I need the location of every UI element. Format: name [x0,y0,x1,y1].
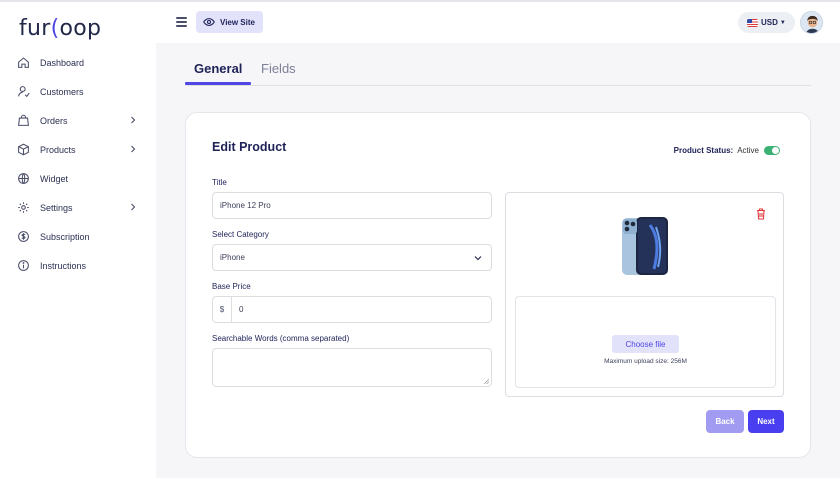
sidebar: fur(oop Dashboard Customers Orders Produ… [0,2,156,478]
tab-fields[interactable]: Fields [261,61,296,76]
shopping-bag-icon [18,114,29,126]
us-flag-icon [747,18,758,27]
page-title: Edit Product [212,140,287,154]
view-site-button[interactable]: View Site [196,11,263,33]
price-input[interactable]: $ 0 [212,296,492,323]
tab-general[interactable]: General [194,61,242,76]
globe-icon [18,173,29,184]
chevron-down-icon [474,256,482,261]
gear-icon [18,202,29,213]
category-select[interactable]: iPhone [212,244,492,271]
back-button[interactable]: Back [706,410,744,433]
category-label: Select Category [212,230,269,239]
sidebar-item-widget[interactable]: Widget [0,164,156,193]
currency-select[interactable]: USD ▼ [738,12,795,33]
title-label: Title [212,178,227,187]
currency-prefix: $ [213,297,232,322]
choose-file-button[interactable]: Choose file [612,335,679,353]
eye-icon [203,18,215,26]
main-content: View Site USD ▼ General Fields Edit Prod… [156,2,840,478]
home-icon [18,57,29,68]
upload-dropzone[interactable]: Choose file Maximum upload size: 256M [515,296,776,388]
resize-handle-icon[interactable] [484,379,489,384]
status-toggle[interactable] [764,146,780,155]
active-tab-indicator [185,82,251,85]
sidebar-item-instructions[interactable]: Instructions [0,251,156,280]
avatar-image [801,12,822,33]
price-label: Base Price [212,282,251,291]
top-bar: View Site USD ▼ [156,2,840,43]
sidebar-item-settings[interactable]: Settings [0,193,156,222]
sidebar-item-orders[interactable]: Orders [0,106,156,135]
info-icon [18,260,29,271]
sidebar-item-subscription[interactable]: Subscription [0,222,156,251]
keywords-textarea[interactable] [212,348,492,387]
upload-hint: Maximum upload size: 256M [604,358,687,365]
next-button[interactable]: Next [748,410,784,433]
tab-bar: General Fields [185,59,811,86]
caret-down-icon: ▼ [779,19,786,26]
chevron-right-icon [131,203,136,211]
chevron-right-icon [131,145,136,153]
menu-toggle-icon[interactable] [176,17,187,27]
logo[interactable]: fur(oop [19,16,101,41]
user-icon [18,86,30,98]
sidebar-item-customers[interactable]: Customers [0,77,156,106]
product-image [622,217,668,275]
sidebar-item-products[interactable]: Products [0,135,156,164]
box-icon [18,143,29,156]
edit-product-card: Edit Product Product Status: Active Titl… [185,112,811,458]
title-input[interactable]: iPhone 12 Pro [212,192,492,219]
trash-icon[interactable] [756,208,766,220]
avatar[interactable] [800,11,823,34]
sidebar-nav: Dashboard Customers Orders Products Widg… [0,48,156,280]
media-panel: Choose file Maximum upload size: 256M [505,192,784,397]
sidebar-item-dashboard[interactable]: Dashboard [0,48,156,77]
dollar-icon [18,231,29,242]
keywords-label: Searchable Words (comma separated) [212,334,350,343]
chevron-right-icon [131,116,136,124]
product-status: Product Status: Active [674,146,780,155]
